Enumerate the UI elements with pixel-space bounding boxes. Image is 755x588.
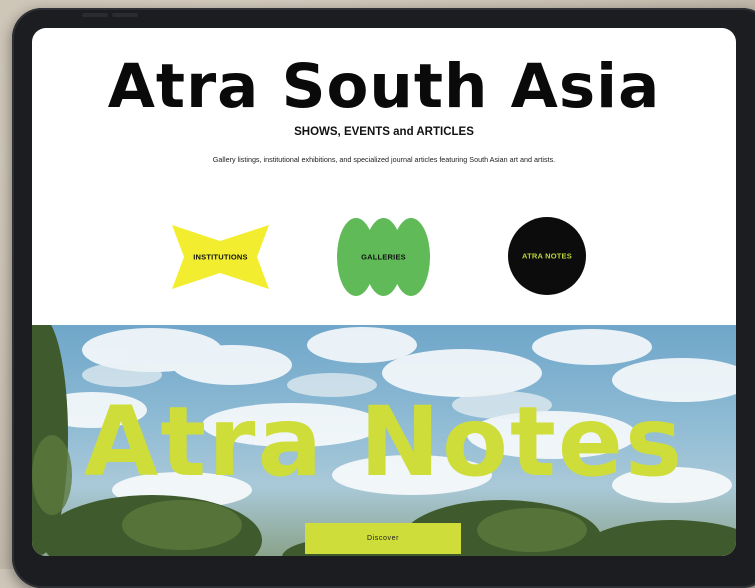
hero-title: Atra Notes [83, 386, 685, 498]
volume-button [82, 13, 108, 17]
category-atra-notes-label: ATRA NOTES [522, 251, 572, 261]
category-institutions-label: INSTITUTIONS [193, 252, 248, 262]
discover-button[interactable]: Discover [305, 523, 461, 554]
page-title: Atra South Asia [107, 51, 661, 122]
volume-button [112, 13, 138, 17]
hero-banner: Atra Notes Discover [32, 325, 736, 556]
category-institutions-button[interactable]: INSTITUTIONS [172, 225, 269, 289]
category-atra-notes-button[interactable]: ATRA NOTES [508, 217, 586, 295]
category-galleries-label: GALLERIES [361, 252, 406, 262]
page-description: Gallery listings, institutional exhibiti… [212, 155, 556, 164]
page-subtitle: SHOWS, EVENTS and ARTICLES [294, 126, 474, 138]
category-galleries-button[interactable]: GALLERIES [337, 218, 430, 296]
tablet-screen: Atra South Asia SHOWS, EVENTS and ARTICL… [32, 28, 736, 556]
